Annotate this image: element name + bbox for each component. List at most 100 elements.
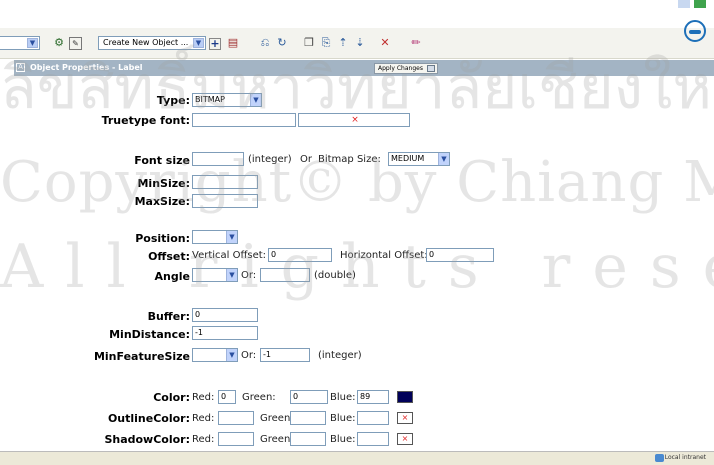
color-red-label: Red:: [192, 392, 215, 403]
shadow-red-label: Red:: [192, 434, 215, 445]
bitmap-size-label: Bitmap Size:: [318, 154, 381, 165]
delete-icon[interactable]: ✕: [378, 36, 392, 50]
intranet-zone-icon: [655, 454, 664, 462]
font-size-integer-hint: (integer): [248, 154, 292, 165]
move-down-icon[interactable]: ⇣: [353, 36, 367, 50]
shadow-blue-label: Blue:: [330, 434, 356, 445]
connect-icon[interactable]: ⚙: [52, 36, 66, 50]
create-object-select[interactable]: Create New Object ... ▼: [98, 36, 206, 50]
color-red-input[interactable]: 0: [218, 390, 236, 404]
angle-or-label: Or:: [241, 270, 257, 281]
min-feature-size-select[interactable]: ▼: [192, 348, 238, 362]
angle-select[interactable]: ▼: [192, 268, 238, 282]
shadow-green-input[interactable]: [290, 432, 326, 446]
type-label: Type:: [156, 94, 190, 107]
chevron-down-icon: ▼: [438, 153, 449, 165]
map-select[interactable]: ▼: [0, 36, 40, 50]
font-size-label: Font size: [134, 154, 190, 167]
window-control-icon[interactable]: [694, 0, 706, 8]
window-top-strip: [0, 0, 714, 28]
vertical-offset-label: Vertical Offset:: [192, 250, 267, 261]
create-object-select-value: Create New Object ...: [103, 38, 189, 47]
min-feature-size-input[interactable]: -1: [260, 348, 310, 362]
outline-green-input[interactable]: [290, 411, 326, 425]
truetype-font-input[interactable]: [192, 113, 296, 127]
plus-icon[interactable]: +: [209, 38, 221, 50]
type-select-value: BITMAP: [195, 95, 225, 104]
min-feature-size-or-label: Or:: [241, 350, 257, 361]
panel-title-bar: A Object Properties - Label Apply Change…: [14, 60, 714, 76]
shadow-green-label: Green:: [260, 434, 294, 445]
shadow-color-mark: ×: [401, 434, 409, 443]
copy-icon[interactable]: ❐: [302, 36, 316, 50]
bitmap-size-select[interactable]: MEDIUM ▼: [388, 152, 450, 166]
shadow-red-input[interactable]: [218, 432, 254, 446]
apply-changes-label: Apply Changes: [378, 65, 423, 72]
horizontal-offset-label: Horizontal Offset:: [340, 250, 428, 261]
angle-label: Angle: [154, 270, 190, 283]
color-green-input[interactable]: 0: [290, 390, 328, 404]
outline-color-mark: ×: [401, 413, 409, 422]
outline-green-label: Green:: [260, 413, 294, 424]
edit-icon[interactable]: ✎: [69, 37, 82, 50]
color-blue-input[interactable]: 89: [357, 390, 389, 404]
chevron-down-icon: ▼: [27, 38, 38, 48]
outline-red-input[interactable]: [218, 411, 254, 425]
angle-double-input[interactable]: [260, 268, 310, 282]
min-feature-size-integer-hint: (integer): [318, 350, 362, 361]
chevron-down-icon: ▼: [226, 231, 237, 243]
redo-icon[interactable]: ↻: [275, 36, 289, 50]
outline-blue-label: Blue:: [330, 413, 356, 424]
outline-blue-input[interactable]: [357, 411, 389, 425]
chevron-down-icon: ▼: [226, 349, 237, 361]
min-feature-size-label: MinFeatureSize: [93, 350, 190, 363]
color-blue-label: Blue:: [330, 392, 356, 403]
outline-color-label: OutlineColor:: [107, 412, 190, 425]
position-label: Position:: [135, 232, 190, 245]
status-zone-text: Local intranet: [664, 454, 706, 461]
font-size-or-label: Or: [300, 154, 312, 165]
browser-globe-icon: [684, 20, 706, 42]
truetype-font-label: Truetype font:: [101, 114, 190, 127]
min-size-label: MinSize:: [137, 177, 190, 190]
offset-label: Offset:: [148, 250, 190, 263]
max-size-label: MaxSize:: [134, 195, 190, 208]
max-size-input[interactable]: [192, 194, 258, 208]
move-up-icon[interactable]: ⇡: [336, 36, 350, 50]
truetype-font-color-mark: ×: [351, 115, 359, 125]
outline-color-swatch[interactable]: ×: [397, 412, 413, 424]
layer-icon[interactable]: ▤: [226, 36, 240, 50]
buffer-label: Buffer:: [147, 310, 190, 323]
shadow-color-swatch[interactable]: ×: [397, 433, 413, 445]
color-label: Color:: [153, 391, 190, 404]
chevron-down-icon: ▼: [193, 38, 204, 48]
type-select[interactable]: BITMAP ▼: [192, 93, 262, 107]
min-distance-input[interactable]: -1: [192, 326, 258, 340]
min-distance-label: MinDistance:: [109, 328, 190, 341]
apply-changes-button[interactable]: Apply Changes: [374, 63, 438, 74]
apply-icon: [426, 65, 435, 72]
buffer-input[interactable]: 0: [192, 308, 258, 322]
shadow-blue-input[interactable]: [357, 432, 389, 446]
paste-icon[interactable]: ⎘: [319, 36, 333, 50]
label-icon: A: [16, 63, 25, 72]
font-size-input[interactable]: [192, 152, 244, 166]
chevron-down-icon: ▼: [250, 94, 261, 106]
vertical-offset-input[interactable]: 0: [268, 248, 332, 262]
truetype-font-color-select[interactable]: ×: [298, 113, 410, 127]
bitmap-size-value: MEDIUM: [391, 154, 425, 163]
outline-red-label: Red:: [192, 413, 215, 424]
position-select[interactable]: ▼: [192, 230, 238, 244]
min-size-input[interactable]: [192, 175, 258, 189]
color-swatch[interactable]: [397, 391, 413, 403]
angle-double-hint: (double): [314, 270, 356, 281]
pencil-icon[interactable]: ✏: [409, 36, 423, 50]
restore-window-icon[interactable]: [678, 0, 690, 8]
toolbar: ▼ ⚙ ✎ Create New Object ... ▼ + ▤ ⎌ ↻ ❐ …: [0, 28, 714, 59]
undo-icon[interactable]: ⎌: [258, 36, 272, 50]
shadow-color-label: ShadowColor:: [104, 433, 190, 446]
panel-title: Object Properties - Label: [30, 63, 143, 72]
color-green-label: Green:: [242, 392, 276, 403]
horizontal-offset-input[interactable]: 0: [426, 248, 494, 262]
chevron-down-icon: ▼: [226, 269, 237, 281]
